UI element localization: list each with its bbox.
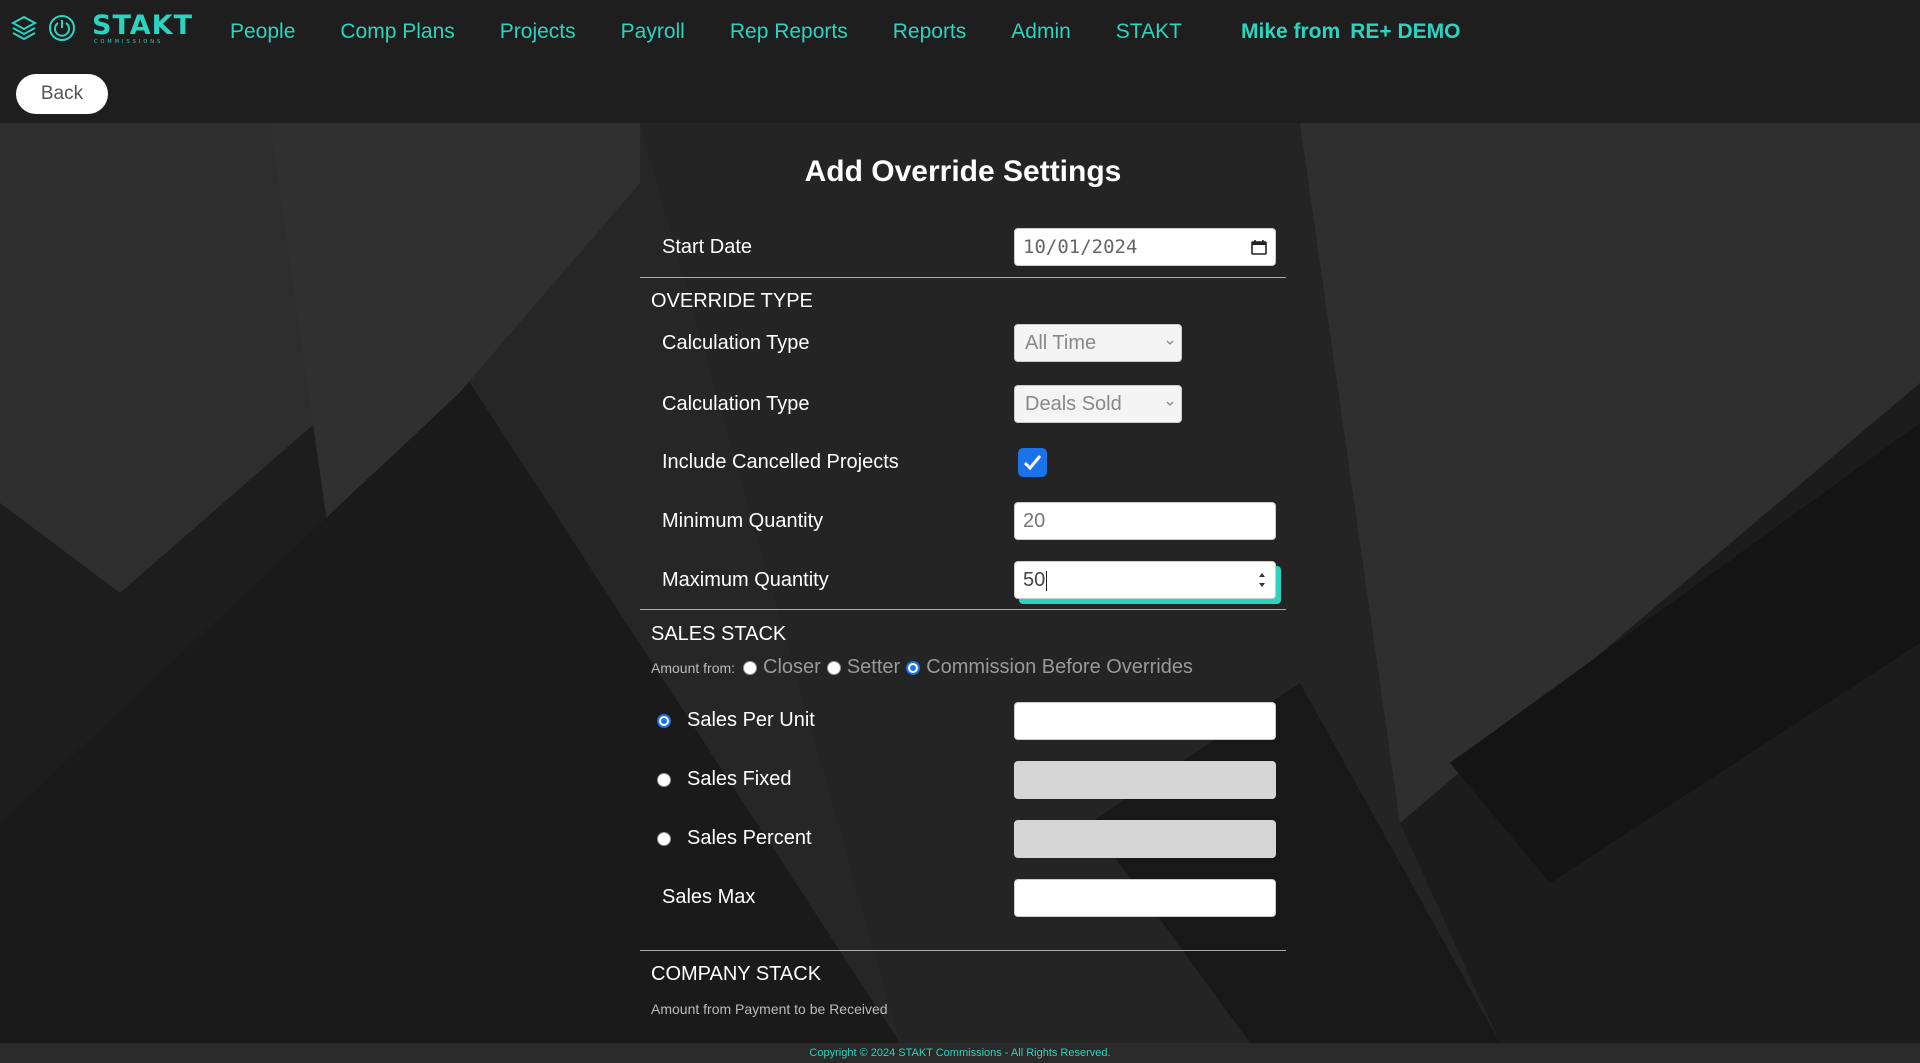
sales-per-unit-radio[interactable] [657, 713, 671, 728]
calculation-basis-value: Deals Sold [1025, 393, 1122, 415]
amount-from-setter-radio[interactable] [826, 660, 841, 675]
company-stack-note: Amount from Payment to be Received [651, 1001, 888, 1017]
include-cancelled-label: Include Cancelled Projects [662, 451, 899, 473]
sales-per-unit-input[interactable] [1014, 702, 1276, 740]
calculation-type-label-2: Calculation Type [662, 393, 810, 415]
sales-stack-heading: SALES STACK [651, 623, 787, 645]
minimum-quantity-input[interactable]: 20 [1014, 502, 1276, 540]
sales-fixed-input[interactable] [1014, 761, 1276, 799]
text-cursor [1046, 570, 1048, 591]
sales-per-unit-label: Sales Per Unit [687, 709, 815, 731]
sales-percent-radio[interactable] [657, 831, 671, 846]
start-date-value: 10/01/2024 [1023, 236, 1138, 258]
power-icon [49, 15, 75, 41]
nav-item-reports[interactable]: Reports [893, 18, 967, 46]
sales-max-input[interactable] [1014, 879, 1276, 917]
sales-max-label: Sales Max [662, 886, 756, 908]
nav-item-rep-reports[interactable]: Rep Reports [730, 18, 848, 46]
user-name: Mike from [1241, 20, 1341, 43]
logo[interactable]: STAKT COMMISSIONS [10, 10, 196, 45]
amount-from-setter-label: Setter [846, 656, 901, 678]
calculation-period-value: All Time [1025, 332, 1097, 354]
maximum-quantity-label: Maximum Quantity [662, 569, 829, 591]
company-stack-heading: COMPANY STACK [651, 963, 822, 985]
nav-item-projects[interactable]: Projects [500, 18, 576, 46]
background-image [0, 123, 1920, 1043]
calculation-period-select[interactable]: All Time [1014, 324, 1182, 362]
brand-subtitle: COMMISSIONS [94, 39, 164, 45]
calendar-icon[interactable] [1251, 239, 1267, 255]
sales-fixed-radio[interactable] [657, 772, 671, 787]
amount-from-commission-radio[interactable] [906, 660, 921, 675]
amount-from-closer-radio[interactable] [743, 660, 758, 675]
sales-percent-label: Sales Percent [687, 827, 812, 849]
maximum-quantity-input[interactable]: 50 [1014, 561, 1276, 599]
page-title: Add Override Settings [804, 155, 1122, 188]
amount-from-label: Amount from: [651, 659, 736, 676]
sales-fixed-option[interactable]: Sales Fixed [657, 768, 792, 791]
amount-from-closer-label: Closer [763, 656, 821, 678]
divider [640, 277, 1286, 278]
footer: Copyright © 2024 STAKT Commissions - All… [0, 1043, 1920, 1063]
checkmark-icon [1023, 455, 1042, 471]
back-button[interactable]: Back [16, 74, 108, 114]
main-nav: People Comp Plans Projects Payroll Rep R… [230, 18, 1227, 46]
nav-item-admin[interactable]: Admin [1011, 18, 1071, 46]
sales-per-unit-option[interactable]: Sales Per Unit [657, 709, 815, 732]
divider [640, 609, 1286, 610]
start-date-label: Start Date [662, 236, 753, 258]
chevron-down-icon [1166, 340, 1174, 345]
number-spinner-icon[interactable] [1257, 568, 1267, 592]
minimum-quantity-label: Minimum Quantity [662, 510, 824, 532]
minimum-quantity-value: 20 [1023, 510, 1046, 532]
top-navigation-bar: STAKT COMMISSIONS People Comp Plans Proj… [0, 0, 1920, 123]
include-cancelled-checkbox[interactable] [1018, 448, 1047, 477]
nav-item-payroll[interactable]: Payroll [621, 18, 685, 46]
sales-fixed-label: Sales Fixed [687, 768, 792, 790]
sales-percent-option[interactable]: Sales Percent [657, 827, 812, 850]
override-type-heading: OVERRIDE TYPE [651, 290, 813, 312]
nav-item-comp-plans[interactable]: Comp Plans [340, 18, 454, 46]
nav-item-stakt[interactable]: STAKT [1116, 18, 1182, 46]
amount-from-commission-label: Commission Before Overrides [926, 656, 1193, 678]
amount-from-group: Amount from: Closer Setter Commission Be… [651, 656, 1199, 679]
start-date-input[interactable]: 10/01/2024 [1014, 228, 1276, 266]
company-name: RE+ DEMO [1350, 20, 1461, 43]
user-info[interactable]: Mike from RE+ DEMO [1241, 18, 1460, 46]
brand-name: STAKT [92, 10, 194, 41]
layers-icon [10, 15, 38, 41]
calculation-basis-select[interactable]: Deals Sold [1014, 385, 1182, 423]
maximum-quantity-value: 50 [1023, 569, 1046, 591]
divider [640, 950, 1286, 951]
sales-percent-input[interactable] [1014, 820, 1276, 858]
chevron-down-icon [1166, 401, 1174, 406]
copyright-text: Copyright © 2024 STAKT Commissions - All… [809, 1047, 1111, 1059]
nav-item-people[interactable]: People [230, 18, 295, 46]
calculation-type-label: Calculation Type [662, 332, 810, 354]
